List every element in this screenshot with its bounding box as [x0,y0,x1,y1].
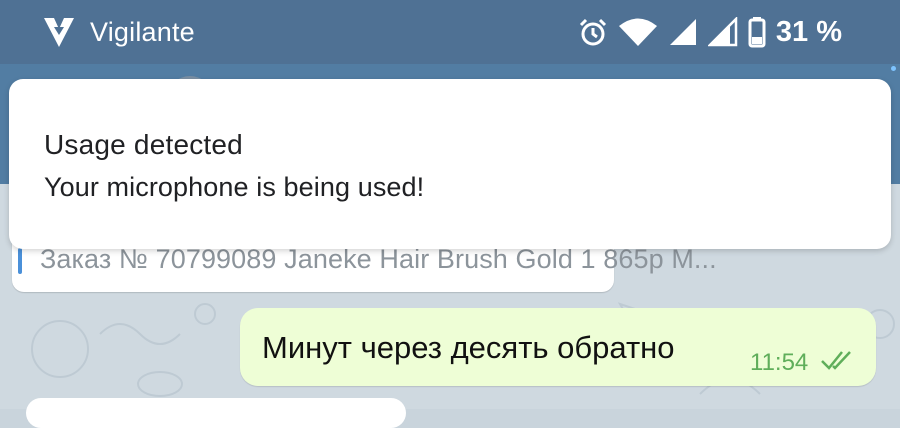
battery-icon [748,17,766,48]
status-bar: Vigilante 31 % [0,0,900,64]
usage-notification[interactable]: Usage detected Your microphone is being … [9,79,891,249]
signal-icon [669,19,696,45]
quote-bar [18,248,22,274]
status-icons: 31 % [568,14,842,50]
notification-title: Usage detected [44,129,243,160]
wifi-icon [618,18,657,46]
outgoing-message-text: Минут через десять обратно [262,330,675,365]
online-dot [891,66,896,71]
double-check-icon [821,351,851,370]
app-name: Vigilante [90,16,195,47]
message-time: 11:54 [750,349,809,376]
incoming-message-bubble-next[interactable] [26,398,406,428]
outgoing-message-bubble[interactable]: Минут через десять обратно 11:54 [240,308,876,386]
app-logo-icon [44,18,74,47]
battery-percent: 31 % [775,15,842,48]
notification-body: Your microphone is being used! [44,172,425,202]
status-app: Vigilante [42,14,195,50]
signal-icon-2 [707,17,738,47]
alarm-icon [579,18,606,46]
